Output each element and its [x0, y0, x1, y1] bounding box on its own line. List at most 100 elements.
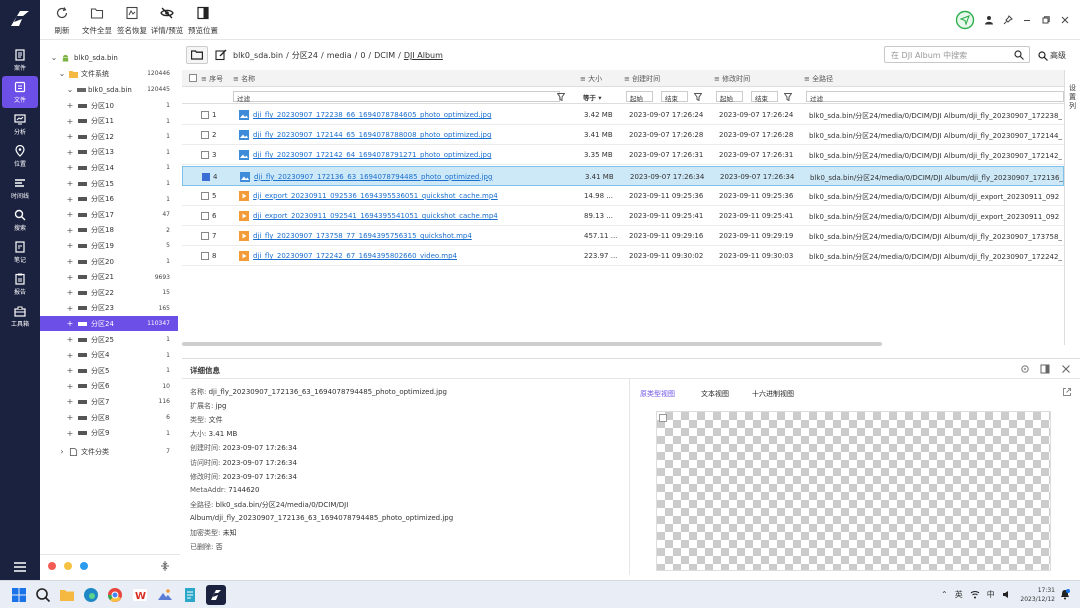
tree-node-partition[interactable]: + 分区4 1 [40, 348, 178, 363]
tree-node-partition[interactable]: + 分区23 165 [40, 301, 178, 316]
tree-node-partition[interactable]: + 分区5 1 [40, 363, 178, 378]
row-checkbox[interactable] [201, 151, 209, 160]
close-icon[interactable] [1061, 364, 1071, 374]
tree-node-partition[interactable]: + 分区16 1 [40, 192, 178, 207]
location-badge-icon[interactable] [955, 10, 975, 30]
refresh-button[interactable]: 刷新 [52, 4, 72, 38]
preview-position-button[interactable]: 预览位置 [186, 4, 220, 38]
tree-node-partition[interactable]: + 分区6 10 [40, 379, 178, 394]
pin-icon[interactable] [1003, 15, 1013, 25]
file-name-link[interactable]: dji_fly_20230907_173758_77_1694395756315… [253, 232, 513, 240]
search-input[interactable]: 在 DJI Album 中搜索 [884, 46, 1030, 63]
photos-app-icon[interactable] [156, 586, 174, 604]
taskbar-search-icon[interactable] [34, 586, 52, 604]
expand-plus-icon[interactable]: + [66, 273, 74, 282]
minimize-icon[interactable] [1022, 15, 1032, 25]
tree-node-category[interactable]: › 文件分类 7 [40, 444, 178, 459]
tab-hex-view[interactable]: 十六进制视图 [752, 389, 794, 399]
row-checkbox[interactable] [201, 191, 209, 200]
ctime-end-input[interactable]: 结束 [661, 91, 688, 103]
expand-plus-icon[interactable]: + [66, 366, 74, 375]
expand-plus-icon[interactable]: + [66, 397, 74, 406]
tree-node-partition[interactable]: + 分区21 9693 [40, 270, 178, 285]
row-checkbox[interactable] [201, 252, 209, 261]
ime-language[interactable]: 英 [955, 589, 963, 600]
red-dot-icon[interactable] [48, 562, 56, 570]
expand-plus-icon[interactable]: + [66, 226, 74, 235]
expand-plus-icon[interactable]: + [66, 429, 74, 438]
breadcrumb-segment[interactable]: 0 [360, 51, 365, 60]
expand-plus-icon[interactable]: + [66, 413, 74, 422]
breadcrumb-segment[interactable]: DCIM [374, 51, 395, 60]
rail-item-toolbox[interactable]: 工具箱 [2, 300, 38, 332]
table-row[interactable]: 6 dji_export_20230911_092541_169439554105… [182, 206, 1064, 226]
table-row[interactable]: 1 dji_fly_20230907_172238_66_169407878460… [182, 105, 1064, 125]
header-size[interactable]: ≡ 大小 [580, 74, 602, 84]
rail-item-analysis[interactable]: 分析 [2, 108, 38, 140]
user-icon[interactable] [984, 15, 994, 25]
row-checkbox[interactable] [201, 131, 209, 140]
tree-node-root[interactable]: ⌄ blk0_sda.bin [40, 50, 178, 65]
detail-preview-button[interactable]: 详情/预览 [149, 4, 185, 38]
file-name-link[interactable]: dji_fly_20230907_172144_65_1694078788008… [253, 131, 513, 139]
tree-node-partition[interactable]: + 分区18 2 [40, 223, 178, 238]
filter-icon[interactable] [784, 93, 792, 101]
signature-recovery-button[interactable]: 签名恢复 [115, 4, 149, 38]
tree-node-partition[interactable]: + 分区8 6 [40, 410, 178, 425]
file-name-link[interactable]: dji_fly_20230907_172238_66_1694078784605… [253, 111, 513, 119]
table-row[interactable]: 5 dji_export_20230911_092536_169439553605… [182, 186, 1064, 206]
tree-node-partition[interactable]: + 分区14 1 [40, 160, 178, 175]
table-row[interactable]: 2 dji_fly_20230907_172144_65_169407878800… [182, 125, 1064, 146]
tree-node-partition[interactable]: + 分区12 1 [40, 129, 178, 144]
table-row[interactable]: 8 dji_fly_20230907_172242_67_169439580266… [182, 246, 1064, 267]
expand-plus-icon[interactable]: + [66, 335, 74, 344]
expand-plus-icon[interactable]: + [66, 319, 74, 328]
wifi-icon[interactable] [970, 590, 980, 599]
breadcrumb-segment[interactable]: 分区24 [292, 51, 318, 60]
tree-node-partition[interactable]: + 分区22 15 [40, 285, 178, 300]
size-filter-select[interactable]: 等于 ▾ [580, 91, 621, 102]
rail-item-search[interactable]: 搜索 [2, 204, 38, 236]
rail-item-note[interactable]: 笔记 [2, 236, 38, 268]
file-name-link[interactable]: dji_fly_20230907_172136_63_1694078794485… [254, 173, 514, 181]
tree-node-partition[interactable]: + 分区24 110347 [40, 316, 178, 332]
mtime-start-input[interactable]: 起始 [716, 91, 743, 103]
chevron-down-icon[interactable]: ⌄ [58, 69, 66, 78]
tree-node-partition[interactable]: + 分区9 1 [40, 426, 178, 441]
tree-node-partition[interactable]: + 分区17 47 [40, 207, 178, 222]
notification-bell-icon[interactable] [1060, 589, 1070, 600]
tree-node-partition[interactable]: + 分区10 1 [40, 98, 178, 113]
expand-plus-icon[interactable]: + [66, 148, 74, 157]
rail-item-timeline[interactable]: 时间线 [2, 172, 38, 204]
external-open-icon[interactable] [1062, 387, 1072, 397]
gear-icon[interactable] [1020, 364, 1030, 374]
breadcrumb-segment[interactable]: media [327, 51, 352, 60]
chrome-browser-icon[interactable] [106, 586, 124, 604]
show-all-files-button[interactable]: 文件全显 [80, 4, 114, 38]
expand-plus-icon[interactable]: + [66, 101, 74, 110]
split-view-icon[interactable] [1040, 364, 1050, 374]
filter-icon[interactable] [694, 93, 702, 101]
tree-node-partition[interactable]: + 分区15 1 [40, 176, 178, 191]
header-index[interactable]: ≡ 序号 [201, 74, 223, 84]
tree-node-filesystem[interactable]: ⌄ 文件系统 120446 [40, 66, 178, 81]
expand-plus-icon[interactable]: + [66, 304, 74, 313]
header-path[interactable]: ≡ 全路径 [804, 74, 833, 84]
path-filter-input[interactable]: 过滤 [806, 91, 1064, 103]
file-name-link[interactable]: dji_export_20230911_092541_1694395541051… [253, 212, 513, 220]
browse-folder-button[interactable] [186, 46, 208, 64]
rail-item-case[interactable]: 案件 [2, 44, 38, 76]
tree-node-partition[interactable]: + 分区7 116 [40, 394, 178, 409]
restore-icon[interactable] [1041, 15, 1051, 25]
tree-node-partition[interactable]: + 分区25 1 [40, 332, 178, 347]
yellow-dot-icon[interactable] [64, 562, 72, 570]
table-row[interactable]: 4 dji_fly_20230907_172136_63_169407879448… [182, 165, 1064, 186]
hamburger-menu-icon[interactable] [12, 561, 28, 573]
rail-item-report[interactable]: 报告 [2, 268, 38, 300]
speaker-icon[interactable] [1002, 590, 1012, 599]
advanced-search-button[interactable]: 高级 [1038, 50, 1066, 61]
tree-node-partition[interactable]: + 分区11 1 [40, 114, 178, 129]
chevron-right-icon[interactable]: › [58, 447, 66, 456]
chevron-down-icon[interactable]: ⌄ [50, 53, 58, 62]
clock[interactable]: 17:31 2023/12/12 [1015, 586, 1055, 604]
